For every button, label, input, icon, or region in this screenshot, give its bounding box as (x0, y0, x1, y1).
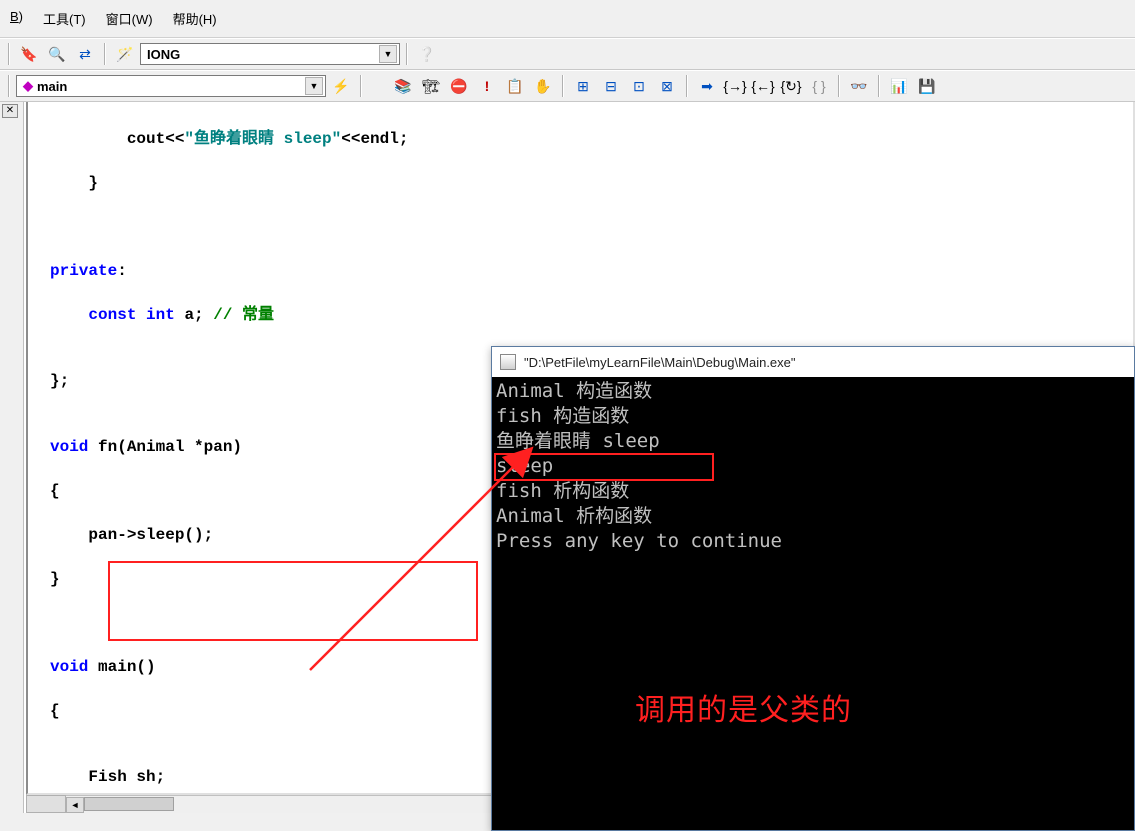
console-line: sleep (496, 454, 1130, 479)
find-in-files-button[interactable]: 🔍 (44, 42, 70, 66)
bookmark-toggle-button[interactable]: 🔖 (16, 42, 42, 66)
toolbar-separator (562, 75, 564, 97)
menu-tools[interactable]: 工具(T) (37, 5, 92, 32)
class-wizard-button[interactable]: 🪄 (112, 42, 138, 66)
toolbar-1: 🔖 🔍 ⇄ 🪄 IONG ▼ ❔ (0, 38, 1135, 70)
toolbar-separator (686, 75, 688, 97)
chevron-down-icon[interactable]: ▼ (379, 45, 397, 63)
menu-window[interactable]: 窗口(W) (100, 5, 159, 32)
toolbar-separator (360, 75, 362, 97)
toolbar-separator (878, 75, 880, 97)
member-combo-value: main (37, 79, 67, 94)
toolbar-separator (8, 75, 10, 97)
step-over-button[interactable]: {→} (722, 74, 748, 98)
window-split-h-button[interactable]: ⊡ (626, 74, 652, 98)
console-line: fish 析构函数 (496, 479, 1130, 504)
run-to-cursor-button[interactable]: {↻} (778, 74, 804, 98)
toolbar-separator (8, 43, 10, 65)
menu-bar: B) 工具(T) 窗口(W) 帮助(H) (0, 0, 1135, 38)
close-panel-button[interactable]: ✕ (2, 104, 18, 118)
go-button[interactable]: ⚡ (328, 74, 354, 98)
console-line: Animal 构造函数 (496, 379, 1130, 404)
break-button[interactable]: ✋ (530, 74, 556, 98)
console-icon (500, 354, 516, 370)
workspace-panel: ✕ (0, 102, 24, 813)
step-into-button[interactable]: ➡ (694, 74, 720, 98)
toolbar-separator (838, 75, 840, 97)
diamond-icon: ◆ (23, 78, 33, 94)
toolbar-2: ◆ main ▼ ⚡ 📚 🏗 ⛔ ! 📋 ✋ ⊞ ⊟ ⊡ ⊠ ➡ {→} {←}… (0, 70, 1135, 102)
member-combo[interactable]: ◆ main ▼ (16, 75, 326, 97)
registers-button[interactable]: 📊 (886, 74, 912, 98)
watch-button[interactable]: 👓 (846, 74, 872, 98)
toolbar-separator (406, 43, 408, 65)
console-window: "D:\PetFile\myLearnFile\Main\Debug\Main.… (491, 346, 1135, 831)
help-context-button[interactable]: ❔ (414, 42, 440, 66)
memory-button[interactable]: 💾 (914, 74, 940, 98)
console-title-text: "D:\PetFile\myLearnFile\Main\Debug\Main.… (524, 355, 796, 370)
window-tile-button[interactable]: ⊞ (570, 74, 596, 98)
menu-help[interactable]: 帮助(H) (167, 5, 223, 32)
chevron-down-icon[interactable]: ▼ (305, 77, 323, 95)
config-combo[interactable]: IONG ▼ (140, 43, 400, 65)
window-split-v-button[interactable]: ⊠ (654, 74, 680, 98)
braces-button[interactable]: { } (806, 74, 832, 98)
console-line: Press any key to continue (496, 529, 1130, 554)
brace-match-button[interactable]: ⇄ (72, 42, 98, 66)
console-line: Animal 析构函数 (496, 504, 1130, 529)
window-cascade-button[interactable]: ⊟ (598, 74, 624, 98)
go-debug-button[interactable]: 📋 (502, 74, 528, 98)
scroll-left-button[interactable]: ◄ (66, 797, 84, 813)
console-line: fish 构造函数 (496, 404, 1130, 429)
execute-button[interactable]: ! (474, 74, 500, 98)
step-out-button[interactable]: {←} (750, 74, 776, 98)
scroll-thumb[interactable] (84, 797, 174, 811)
menu-build[interactable]: B) (4, 5, 29, 32)
console-output: Animal 构造函数 fish 构造函数 鱼睁着眼睛 sleep sleep … (492, 377, 1134, 556)
splitter-handle[interactable] (26, 795, 66, 813)
console-titlebar[interactable]: "D:\PetFile\myLearnFile\Main\Debug\Main.… (492, 347, 1134, 377)
config-combo-value: IONG (147, 47, 180, 62)
compile-button[interactable]: 📚 (390, 74, 416, 98)
console-line: 鱼睁着眼睛 sleep (496, 429, 1130, 454)
toolbar-separator (104, 43, 106, 65)
stop-build-button[interactable]: ⛔ (446, 74, 472, 98)
build-button[interactable]: 🏗 (418, 74, 444, 98)
